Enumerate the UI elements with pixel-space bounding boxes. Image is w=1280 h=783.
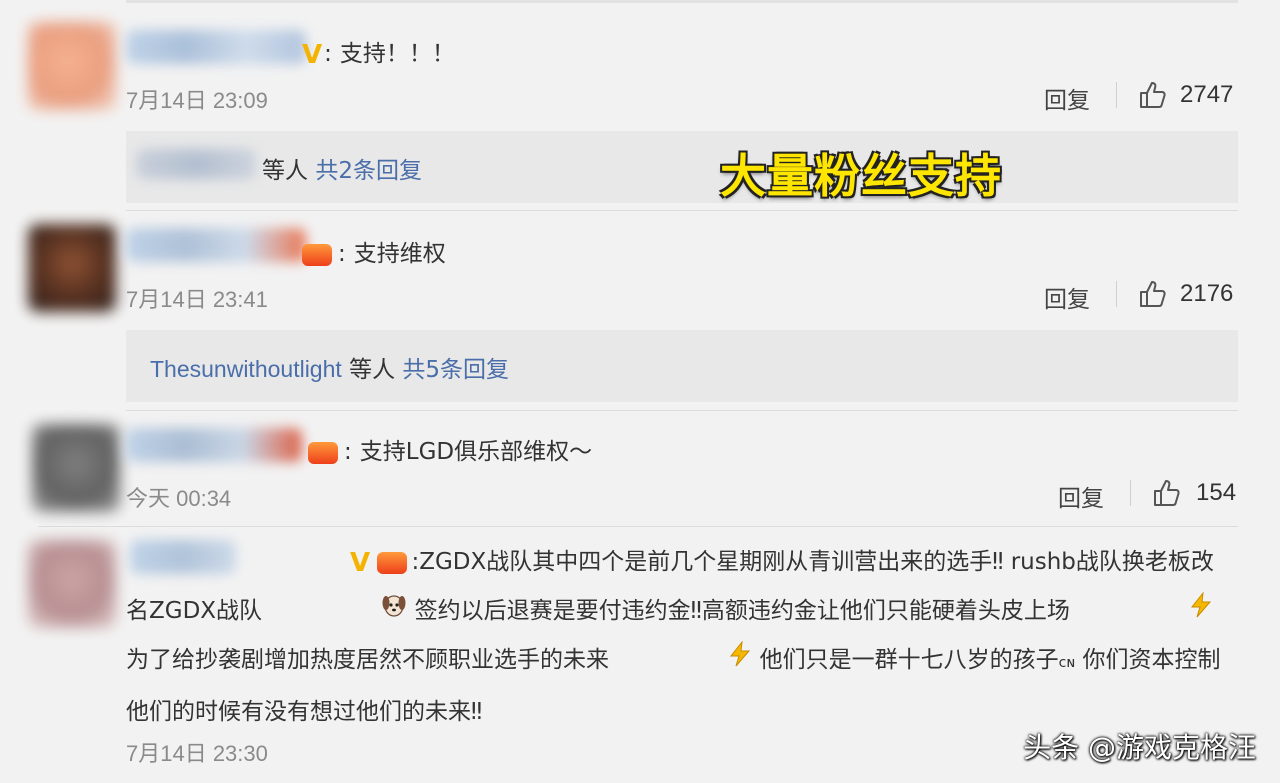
lightning-icon: [616, 636, 752, 685]
comment-divider: [126, 210, 1238, 211]
avatar[interactable]: [32, 424, 120, 512]
avatar[interactable]: [28, 22, 116, 110]
lightning-icon: [1077, 587, 1213, 636]
reply-mid-text: 等人: [262, 158, 308, 184]
comment-text: : 支持LGD俱乐部维权～: [308, 432, 592, 466]
overlay-caption: 大量粉丝支持: [720, 149, 1002, 203]
reply-count-link[interactable]: 共2条回复: [315, 158, 422, 184]
username-blurred[interactable]: [126, 228, 306, 262]
comment-divider: [38, 526, 1238, 527]
comment-time: 7月14日 23:09: [126, 88, 268, 113]
crown-badge-icon: [377, 551, 408, 574]
comment-text-part: 为了给抄袭剧增加热度居然不顾职业选手的未来: [126, 647, 609, 673]
reply-summary-box[interactable]: Thesunwithoutlight 等人 共5条回复: [126, 330, 1238, 402]
comment-text: V: 支持！！！: [302, 39, 455, 70]
crown-badge-icon: [302, 243, 332, 266]
username-blurred[interactable]: [126, 428, 302, 462]
comment-time: 7月14日 23:41: [126, 287, 268, 312]
like-icon[interactable]: [1152, 478, 1182, 508]
verified-v-icon: V: [302, 39, 323, 70]
verified-v-icon: V: [350, 547, 371, 578]
long-comment-text: V :ZGDX战队其中四个是前几个星期刚从青训营出来的选手‼ rushb战队换老…: [126, 547, 1221, 725]
comment-text: : 支持维权: [302, 234, 446, 268]
reply-mid-text: 等人: [349, 357, 396, 383]
comment-text-part: 他们只是一群十七八岁的孩子: [759, 647, 1059, 673]
comment-time: 今天 00:34: [126, 486, 232, 511]
comment-time: 7月14日 23:30: [126, 741, 268, 766]
like-icon[interactable]: [1138, 279, 1168, 309]
like-count: 2747: [1180, 81, 1234, 108]
action-separator: [1116, 281, 1117, 307]
watermark: 头条 @游戏克格汪: [1023, 731, 1256, 764]
crown-badge-icon: [308, 441, 338, 464]
reply-username-blurred: [136, 149, 256, 179]
avatar[interactable]: [28, 224, 116, 312]
comment-divider: [126, 410, 1238, 411]
top-divider: [126, 0, 1238, 3]
cn-flag-icon: ᴄɴ: [1058, 655, 1076, 671]
username-blurred[interactable]: [126, 30, 306, 64]
dog-emoji-icon: [269, 587, 407, 636]
like-count: 2176: [1180, 280, 1234, 307]
reply-summary-box[interactable]: 等人 共2条回复: [126, 131, 1238, 203]
like-icon[interactable]: [1138, 80, 1168, 110]
reply-button[interactable]: 回复: [1058, 479, 1104, 513]
reply-button[interactable]: 回复: [1044, 280, 1090, 314]
action-separator: [1116, 82, 1117, 108]
reply-username-link[interactable]: Thesunwithoutlight: [150, 356, 342, 382]
like-count: 154: [1196, 479, 1237, 506]
avatar[interactable]: [28, 540, 116, 628]
reply-count-link[interactable]: 共5条回复: [402, 357, 509, 383]
comment-text-part: 签约以后退赛是要付违约金‼高额违约金让他们只能硬着头皮上场: [414, 598, 1070, 624]
action-separator: [1130, 480, 1131, 506]
reply-button[interactable]: 回复: [1044, 81, 1090, 115]
